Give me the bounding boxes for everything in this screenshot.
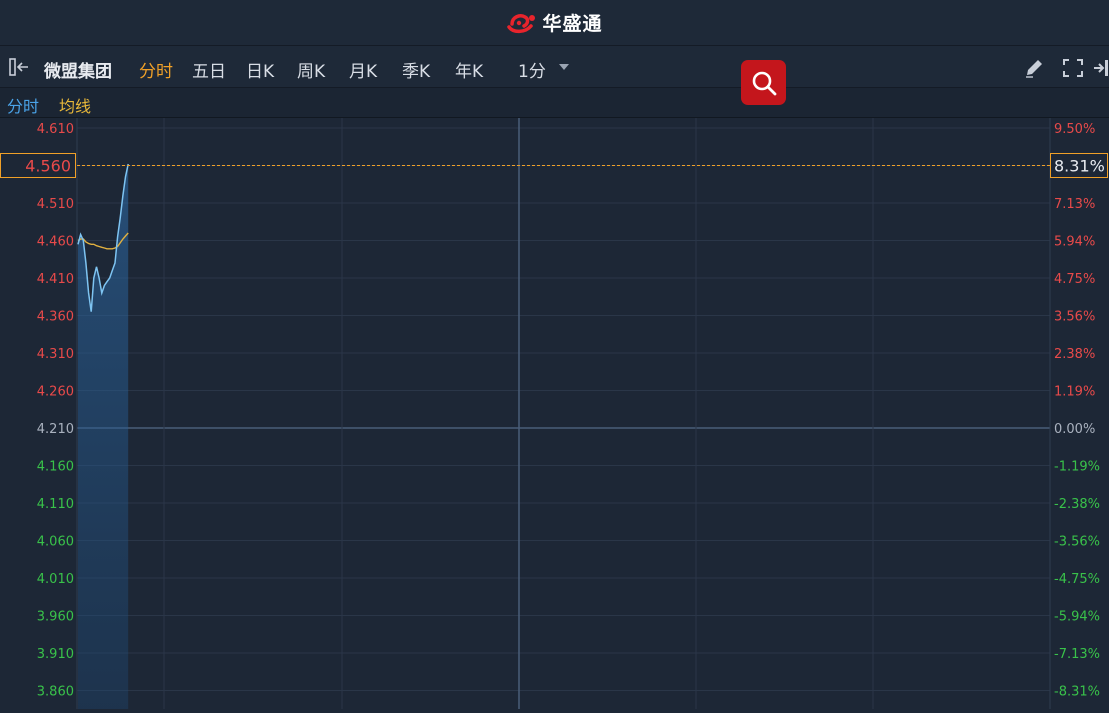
y-tick-label-price: 4.210 [37,422,74,437]
y-tick-label-pct: 5.94% [1054,235,1095,250]
y-tick-label-price: 3.960 [37,610,74,625]
pencil-icon[interactable] [1023,58,1045,78]
legend-average: 均线 [59,97,92,116]
cursor-pct-label: 8.31% [1054,157,1105,176]
toolbar: 微盟集团 分时 五日 日K 周K 月K 季K 年K 1分 [0,46,1109,88]
tab-monthly-k[interactable]: 月K [349,57,377,82]
y-tick-label-price: 4.060 [37,535,74,550]
y-tick-label-pct: 9.50% [1054,122,1095,137]
y-tick-label-pct: 7.13% [1054,197,1095,212]
fullscreen-icon[interactable] [1062,58,1084,78]
y-tick-label-price: 4.360 [37,310,74,325]
y-tick-label-pct: -2.38% [1054,497,1100,512]
tab-daily-k[interactable]: 日K [246,57,274,82]
y-tick-label-pct: -7.13% [1054,647,1100,662]
y-tick-label-price: 4.260 [37,385,74,400]
y-tick-label-price: 3.860 [37,685,74,700]
y-tick-label-pct: -1.19% [1054,460,1100,475]
chart-legend: 分时 均线 [0,88,1109,118]
chevron-down-icon[interactable] [559,64,569,70]
y-tick-label-pct: 3.56% [1054,310,1095,325]
y-tick-label-price: 4.510 [37,197,74,212]
tab-weekly-k[interactable]: 周K [297,57,325,82]
y-tick-label-price: 4.310 [37,347,74,362]
y-tick-label-pct: 2.38% [1054,347,1095,362]
chart-area: 4.610 9.50% 4.560 8.31% 4.510 7.13% 4.460 5.94%… [0,118,1109,709]
y-tick-label-pct: -8.31% [1054,685,1100,700]
y-tick-label-price: 4.460 [37,235,74,250]
y-tick-label-price: 4.610 [37,122,74,137]
y-tick-label-price: 4.160 [37,460,74,475]
y-tick-label-price: 4.010 [37,572,74,587]
exit-icon[interactable] [1093,58,1109,78]
search-icon [752,71,776,95]
title-bar: 华盛通 [0,0,1109,46]
y-tick-label-pct: -3.56% [1054,535,1100,550]
y-tick-label-pct: 1.19% [1054,385,1095,400]
y-tick-label-pct: 4.75% [1054,272,1095,287]
intraday-chart[interactable]: 4.610 9.50% 4.560 8.31% 4.510 7.13% 4.460 5.94%… [0,118,1109,709]
y-tick-label-price: 4.410 [37,272,74,287]
brand: 华盛通 [0,9,1109,39]
search-button[interactable] [741,60,786,105]
tab-five-day[interactable]: 五日 [192,57,226,82]
tab-intraday[interactable]: 分时 [139,57,173,82]
brand-logo-icon [507,13,536,33]
interval-select[interactable]: 1分 [518,57,546,82]
collapse-left-icon[interactable] [8,58,32,76]
tab-quarterly-k[interactable]: 季K [402,57,430,82]
price-area [78,164,129,709]
brand-name: 华盛通 [542,13,603,35]
legend-price: 分时 [7,97,40,116]
cursor-price-label: 4.560 [25,157,71,176]
y-tick-label-pct: -4.75% [1054,572,1100,587]
y-tick-label-pct: -5.94% [1054,610,1100,625]
y-tick-label-pct: 0.00% [1054,422,1095,437]
stock-name[interactable]: 微盟集团 [44,57,112,82]
y-tick-label-price: 3.910 [37,647,74,662]
tab-yearly-k[interactable]: 年K [455,57,483,82]
y-tick-label-price: 4.110 [37,497,74,512]
